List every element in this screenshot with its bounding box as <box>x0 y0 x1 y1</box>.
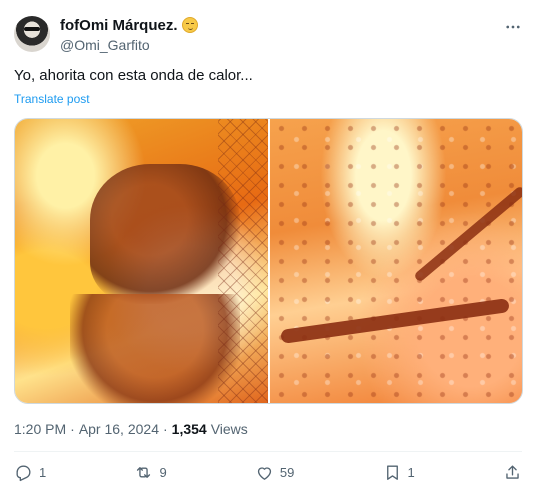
fence-mesh <box>217 119 268 403</box>
more-horizontal-icon <box>506 25 520 29</box>
media-grid <box>14 118 523 404</box>
tweet-date[interactable]: Apr 16, 2024 <box>79 421 159 437</box>
views-label: Views <box>210 421 248 437</box>
meta-separator: · <box>162 421 168 437</box>
burning-debris <box>269 119 522 403</box>
media-image-right[interactable] <box>269 119 522 403</box>
share-button[interactable] <box>503 463 522 482</box>
more-options-button[interactable] <box>504 18 522 36</box>
user-handle[interactable]: @Omi_Garfito <box>60 37 198 53</box>
like-button[interactable]: 59 <box>255 463 294 482</box>
display-name-row[interactable]: fofOmi Márquez. <box>60 16 198 34</box>
bookmark-count: 1 <box>407 464 415 480</box>
tweet-text: Yo, ahorita con esta onda de calor... <box>14 67 253 84</box>
like-count: 59 <box>279 464 295 480</box>
reply-button[interactable]: 1 <box>14 463 46 482</box>
tweet-time[interactable]: 1:20 PM <box>14 421 66 437</box>
share-icon <box>506 464 519 479</box>
bookmark-button[interactable]: 1 <box>383 463 415 482</box>
bookmark-icon <box>386 464 398 480</box>
display-name[interactable]: fofOmi Márquez. <box>60 17 178 34</box>
figure-body <box>70 294 240 403</box>
action-bar: 1 9 59 1 <box>14 461 522 483</box>
views-count: 1,354 <box>171 421 207 437</box>
avatar[interactable] <box>14 16 50 52</box>
heart-icon <box>257 466 271 480</box>
repost-count: 9 <box>159 464 167 480</box>
tweet-card: fofOmi Márquez. @Omi_Garfito Yo, ahorita… <box>0 0 536 495</box>
repost-icon <box>137 466 151 478</box>
tweet-meta: 1:20 PM · Apr 16, 2024 · 1,354 Views <box>14 421 248 437</box>
media-image-left[interactable] <box>15 119 268 403</box>
reply-icon <box>16 464 31 481</box>
translate-post-link[interactable]: Translate post <box>14 92 90 106</box>
relieved-face-icon <box>181 17 198 33</box>
reply-count: 1 <box>39 464 47 480</box>
divider <box>14 451 522 452</box>
meta-separator: · <box>70 421 75 437</box>
author-block: fofOmi Márquez. @Omi_Garfito <box>60 16 198 53</box>
repost-button[interactable]: 9 <box>134 463 167 482</box>
